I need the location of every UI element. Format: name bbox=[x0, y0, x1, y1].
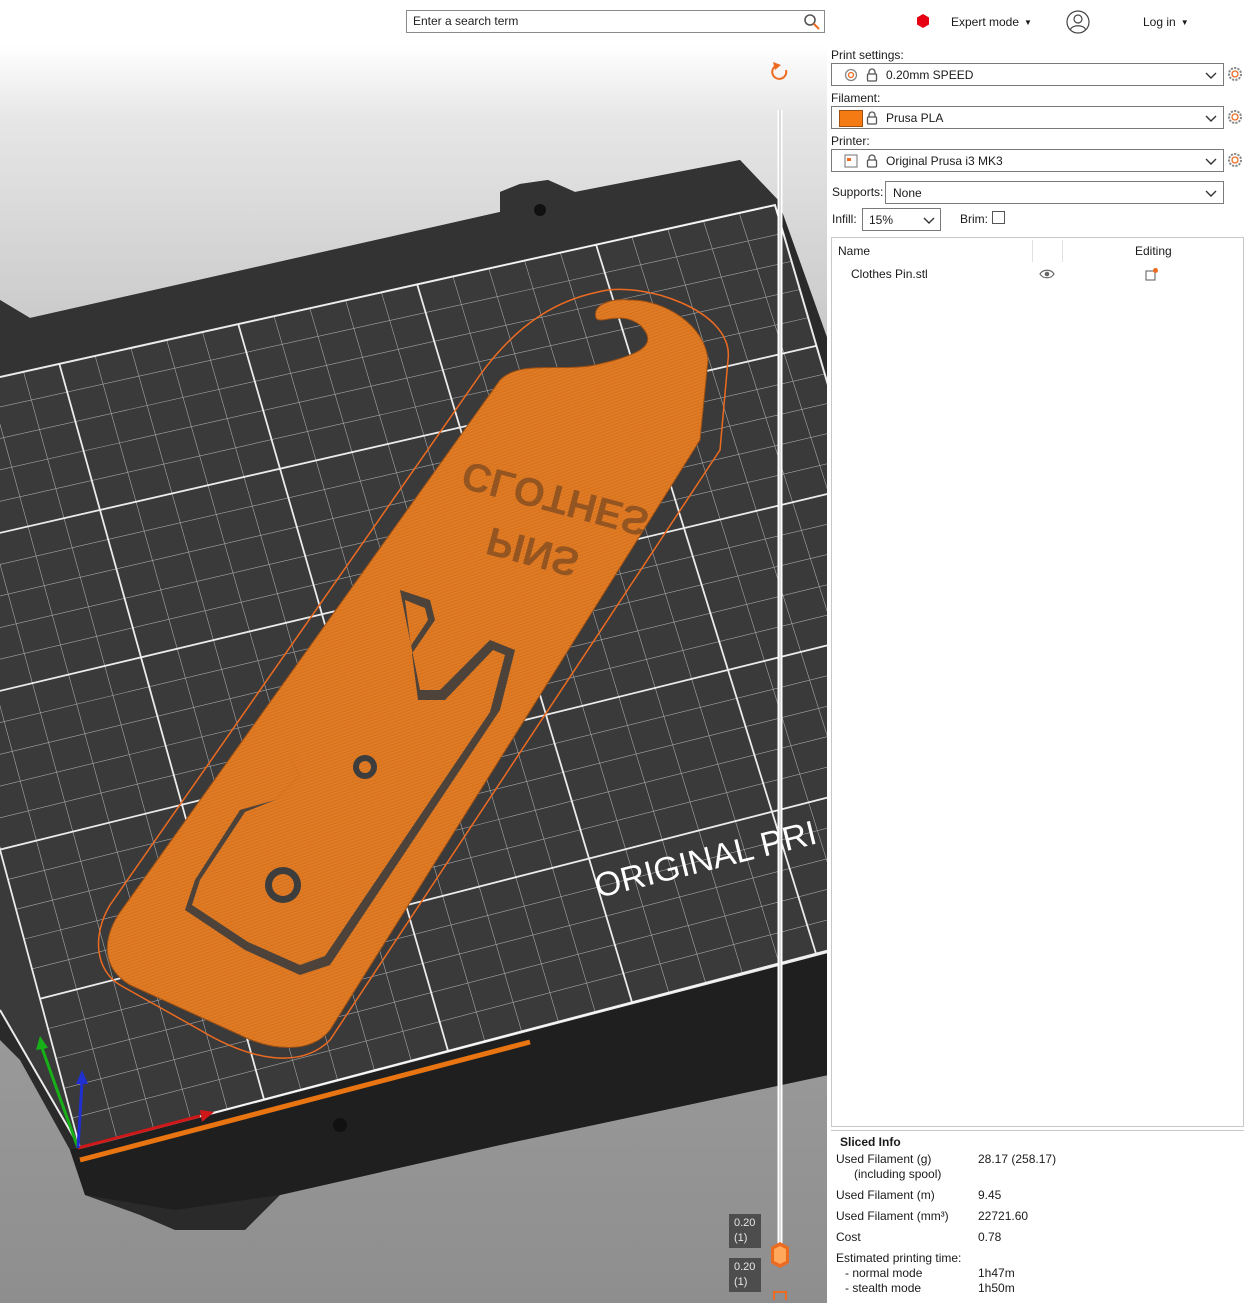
object-name: Clothes Pin.stl bbox=[851, 267, 928, 281]
top-toolbar: Expert mode ▼ Log in ▼ bbox=[0, 0, 1244, 45]
edit-icon[interactable] bbox=[1145, 267, 1159, 281]
list-item[interactable]: Clothes Pin.stl bbox=[832, 264, 1243, 284]
print-settings-combo[interactable]: 0.20mm SPEED bbox=[831, 63, 1224, 86]
supports-value: None bbox=[893, 186, 922, 200]
object-list: Name Editing Clothes Pin.stl bbox=[831, 237, 1244, 1127]
column-separator bbox=[1062, 240, 1063, 262]
layer-height-top: 0.20 (1) bbox=[729, 1214, 761, 1248]
layer-height-bottom: 0.20 (1) bbox=[729, 1258, 761, 1292]
expert-mode-label: Expert mode bbox=[951, 15, 1020, 29]
search-icon[interactable] bbox=[803, 13, 821, 31]
printer-icon bbox=[844, 154, 858, 168]
sliced-info-value: 1h47m bbox=[978, 1266, 1015, 1280]
sliced-info-value: 0.78 bbox=[978, 1230, 1002, 1244]
filament-label: Filament: bbox=[831, 91, 881, 105]
filament-combo[interactable]: Prusa PLA bbox=[831, 106, 1224, 129]
print-profile-icon bbox=[844, 68, 858, 82]
sliced-info-value: 22721.60 bbox=[978, 1209, 1029, 1223]
login-label: Log in bbox=[1143, 15, 1176, 29]
layer-top-number: (1) bbox=[734, 1232, 748, 1244]
undo-icon[interactable] bbox=[771, 62, 788, 80]
sliced-info-title: Sliced Info bbox=[840, 1135, 901, 1149]
column-editing-header[interactable]: Editing bbox=[1135, 244, 1172, 258]
eye-icon[interactable] bbox=[1039, 268, 1055, 280]
login-dropdown[interactable]: Log in ▼ bbox=[1143, 15, 1189, 29]
chevron-down-icon bbox=[923, 217, 935, 224]
print-settings-value: 0.20mm SPEED bbox=[886, 68, 974, 82]
chevron-down-icon: ▼ bbox=[1180, 18, 1189, 27]
infill-combo[interactable]: 15% bbox=[862, 208, 941, 231]
sliced-info-value: 9.45 bbox=[978, 1188, 1002, 1202]
supports-combo[interactable]: None bbox=[885, 181, 1224, 204]
search-input[interactable] bbox=[413, 11, 793, 31]
layer-top-height: 0.20 bbox=[734, 1217, 756, 1229]
sliced-info-value: 1h50m bbox=[978, 1281, 1015, 1295]
sliced-info-subkey: (including spool) bbox=[854, 1167, 942, 1181]
chevron-down-icon bbox=[1205, 72, 1217, 79]
printer-value: Original Prusa i3 MK3 bbox=[886, 154, 1003, 168]
sliced-info-key: - normal mode bbox=[845, 1266, 923, 1280]
lock-icon bbox=[866, 68, 878, 82]
search-box[interactable] bbox=[406, 10, 825, 33]
object-list-header: Name Editing bbox=[832, 238, 1243, 262]
expert-mode-icon bbox=[917, 14, 929, 28]
layer-cog-icon[interactable] bbox=[773, 1291, 787, 1300]
sliced-info-key: Used Filament (mm³) bbox=[836, 1209, 949, 1223]
brim-checkbox[interactable] bbox=[992, 211, 1005, 224]
chevron-down-icon bbox=[1205, 190, 1217, 197]
sliced-info-panel: Sliced Info Used Filament (g) (including… bbox=[831, 1130, 1244, 1304]
sliced-info-key: Cost bbox=[836, 1230, 861, 1244]
chevron-down-icon: ▼ bbox=[1024, 18, 1032, 27]
layer-bottom-height: 0.20 bbox=[734, 1261, 756, 1273]
filament-color-swatch bbox=[839, 110, 863, 127]
sliced-info-key: Used Filament (g) bbox=[836, 1152, 932, 1166]
infill-label: Infill: bbox=[832, 212, 857, 226]
gear-icon[interactable] bbox=[1227, 66, 1243, 82]
column-separator bbox=[1032, 240, 1033, 262]
sliced-info-key: - stealth mode bbox=[845, 1281, 922, 1295]
3d-preview-viewport[interactable]: ORIGINAL PRI CLOTHES PINS 0.20 (1) 0.20 … bbox=[0, 45, 827, 1303]
gear-icon[interactable] bbox=[1227, 152, 1243, 168]
sliced-info-value: 28.17 (258.17) bbox=[978, 1152, 1057, 1166]
layer-bottom-number: (1) bbox=[734, 1276, 748, 1288]
printer-combo[interactable]: Original Prusa i3 MK3 bbox=[831, 149, 1224, 172]
user-account-icon[interactable] bbox=[1066, 10, 1090, 34]
infill-value: 15% bbox=[869, 213, 894, 227]
sliced-info-key: Used Filament (m) bbox=[836, 1188, 935, 1202]
gear-icon[interactable] bbox=[1227, 109, 1243, 125]
sliced-info-key: Estimated printing time: bbox=[836, 1251, 962, 1265]
lock-icon bbox=[866, 154, 878, 168]
slider-handle[interactable] bbox=[771, 1242, 789, 1268]
lock-icon bbox=[866, 111, 878, 125]
expert-mode-dropdown[interactable]: Expert mode ▼ bbox=[951, 15, 1032, 29]
column-name-header[interactable]: Name bbox=[838, 244, 870, 258]
filament-value: Prusa PLA bbox=[886, 111, 944, 125]
sidebar-panel: Print settings: 0.20mm SPEED Filament: P… bbox=[827, 45, 1244, 1303]
supports-label: Supports: bbox=[832, 185, 884, 199]
chevron-down-icon bbox=[1205, 158, 1217, 165]
printer-label: Printer: bbox=[831, 134, 870, 148]
print-settings-label: Print settings: bbox=[831, 48, 904, 62]
brim-label: Brim: bbox=[960, 212, 988, 226]
chevron-down-icon bbox=[1205, 115, 1217, 122]
